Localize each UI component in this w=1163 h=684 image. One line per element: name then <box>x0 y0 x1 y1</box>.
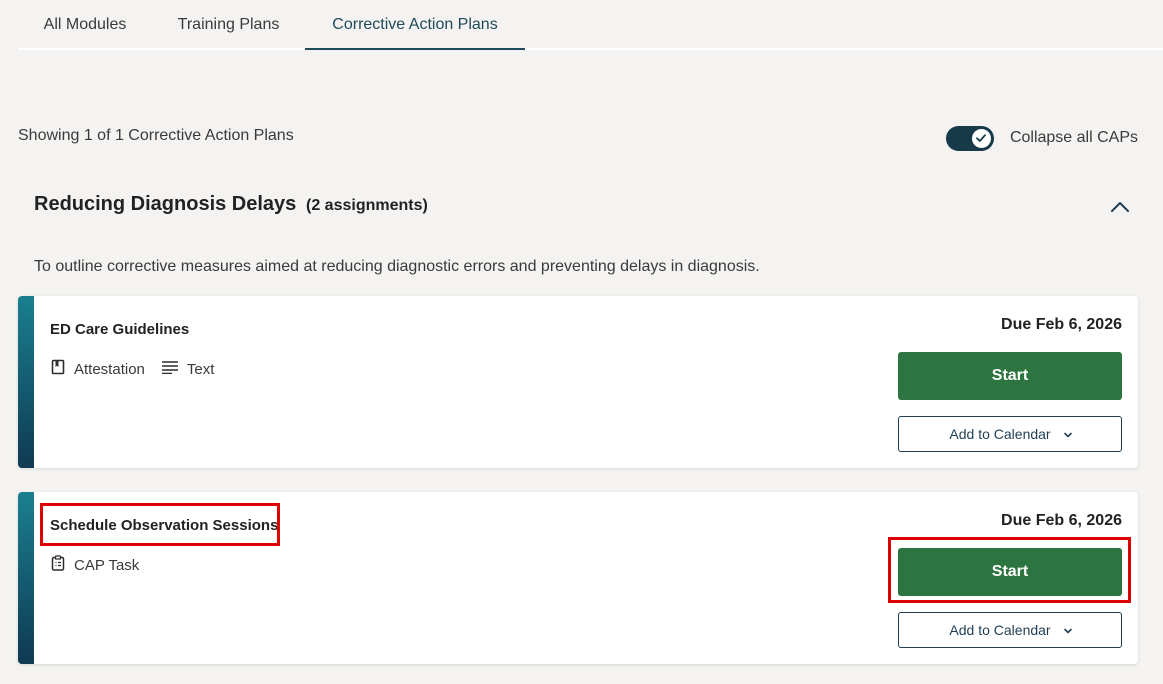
due-date: Due Feb 6, 2026 <box>1001 512 1122 529</box>
assignment-type-label: Text <box>186 360 215 378</box>
add-to-calendar-button[interactable]: Add to Calendar <box>898 416 1122 452</box>
assignment-card: ED Care Guidelines Attestation Text Due … <box>18 296 1138 468</box>
attestation-icon <box>50 359 66 379</box>
cap-group-assignment-count: (2 assignments) <box>306 197 428 214</box>
start-button[interactable]: Start <box>898 352 1122 400</box>
add-to-calendar-button[interactable]: Add to Calendar <box>898 612 1122 648</box>
assignment-title[interactable]: Schedule Observation Sessions <box>50 517 278 534</box>
assignment-types: CAP Task <box>50 555 155 575</box>
assignment-types: Attestation Text <box>50 359 230 379</box>
assignment-type-label: CAP Task <box>74 556 140 574</box>
collapse-all-control: Collapse all CAPs <box>945 125 1138 151</box>
cap-group-title: Reducing Diagnosis Delays <box>34 193 297 215</box>
results-count-text: Showing 1 of 1 Corrective Action Plans <box>18 127 294 144</box>
chevron-down-icon <box>1063 622 1073 638</box>
tab-training-plans[interactable]: Training Plans <box>152 0 305 48</box>
text-lines-icon <box>161 360 179 378</box>
chevron-down-icon <box>1063 426 1073 442</box>
collapse-all-label: Collapse all CAPs <box>1009 129 1138 146</box>
clipboard-icon <box>50 555 66 575</box>
card-accent-bar <box>18 492 34 664</box>
assignment-type-cap-task: CAP Task <box>50 555 139 575</box>
chevron-up-icon[interactable] <box>1109 196 1131 218</box>
assignment-type-text: Text <box>161 360 215 378</box>
assignment-type-label: Attestation <box>74 360 145 378</box>
assignment-title[interactable]: ED Care Guidelines <box>50 321 189 338</box>
tab-corrective-action-plans[interactable]: Corrective Action Plans <box>305 0 525 50</box>
tab-bar: All Modules Training Plans Corrective Ac… <box>18 0 1163 50</box>
start-button[interactable]: Start <box>898 548 1122 596</box>
tab-all-modules[interactable]: All Modules <box>18 0 152 48</box>
assignment-type-attestation: Attestation <box>50 359 145 379</box>
collapse-all-toggle[interactable] <box>945 125 994 151</box>
add-to-calendar-label: Add to Calendar <box>949 622 1051 638</box>
card-accent-bar <box>18 296 34 468</box>
add-to-calendar-label: Add to Calendar <box>949 426 1051 442</box>
assignment-card: Schedule Observation Sessions CAP Task D… <box>18 492 1138 664</box>
due-date: Due Feb 6, 2026 <box>1001 316 1122 333</box>
check-icon <box>971 128 991 148</box>
cap-group-description: To outline corrective measures aimed at … <box>34 258 760 275</box>
